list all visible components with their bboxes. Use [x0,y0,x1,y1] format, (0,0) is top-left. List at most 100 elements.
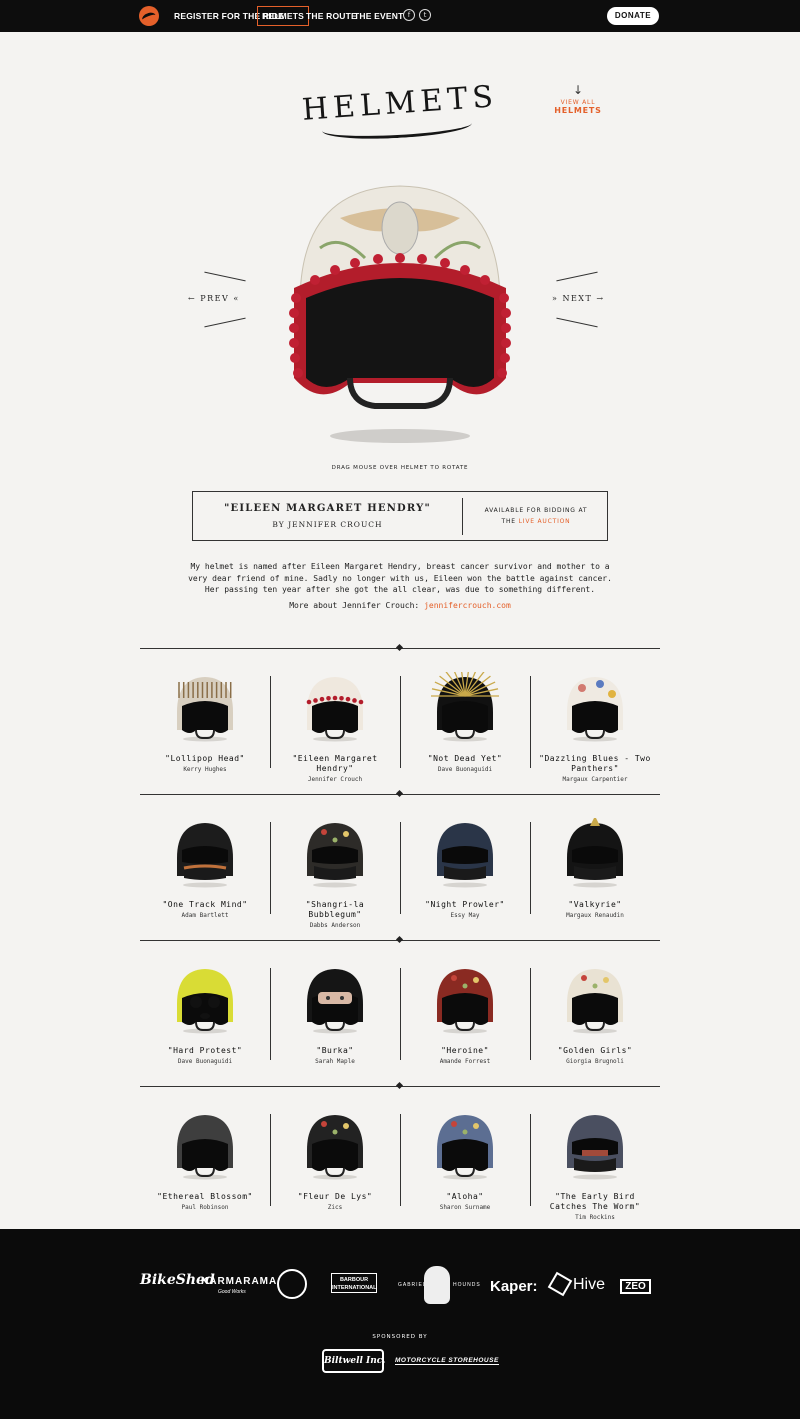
top-navigation: REGISTER FOR THE RIDE HELMETS THE ROUTE … [0,0,800,32]
helmet-thumbnail[interactable] [300,964,370,1034]
helmet-card[interactable]: "Burka" Sarah Maple [270,964,400,1065]
next-label: NEXT [562,294,593,303]
artist-website-link[interactable]: jennifercrouch.com [424,601,511,610]
helmet-card[interactable]: "The Early Bird Catches The Worm" Tim Roc… [530,1110,660,1221]
nav-route[interactable]: THE ROUTE [306,8,357,25]
helmet-artist: Tim Rockins [575,1214,615,1221]
info-divider [462,498,463,535]
helmet-card[interactable]: "Ethereal Blossom" Paul Robinson [140,1110,270,1211]
helmet-thumbnail[interactable] [430,1110,500,1180]
helmet-name[interactable]: "Ethereal Blossom" [140,1192,270,1202]
footer: BikeShed KARMARAMA Good Works BARBOUR IN… [0,1229,800,1419]
helmet-name[interactable]: "Hard Protest" [140,1046,270,1056]
helmet-thumbnail[interactable] [560,1110,630,1180]
helmet-thumbnail[interactable] [170,1110,240,1180]
helmet-artist: Sarah Maple [315,1058,355,1065]
helmet-artist: Kerry Hughes [183,766,227,773]
helmet-thumbnail[interactable] [560,816,630,888]
helmet-card[interactable]: "Fleur De Lys" Zics [270,1110,400,1211]
helmet-thumbnail[interactable] [170,818,240,888]
helmet-name[interactable]: "Heroine" [400,1046,530,1056]
sponsor-biltwell[interactable]: Biltwell Inc. [322,1349,385,1373]
helmet-thumbnail[interactable] [300,672,370,742]
prev-button[interactable]: ← PREV « [188,294,240,303]
helmet-card[interactable]: "Not Dead Yet" Dave Buonaguidi [400,666,530,773]
helmet-thumbnail[interactable] [430,818,500,888]
helmet-artist: Paul Robinson [181,1204,229,1211]
helmet-name[interactable]: "Valkyrie" [530,900,660,910]
rotate-hint: DRAG MOUSE OVER HELMET TO ROTATE [331,465,469,471]
live-auction-link[interactable]: LIVE AUCTION [519,518,571,525]
featured-helmet-name: "EILEEN MARGARET HENDRY" [224,503,431,514]
helmet-name[interactable]: "Night Prowler" [400,900,530,910]
helmet-name[interactable]: "Lollipop Head" [140,754,270,764]
helmet-artist: Dave Buonaguidi [177,1058,233,1065]
helmet-card[interactable]: "Eileen Margaret Hendry" Jennifer Crouch [270,672,400,783]
helmet-artist: Margaux Carpentier [562,776,628,783]
helmet-name[interactable]: "Shangri-la Bubblegum" [270,900,400,920]
helmet-thumbnail[interactable] [170,672,240,742]
sponsor-motorcycle-storehouse[interactable]: MOTORCYCLE STOREHOUSE [395,1357,499,1365]
helmet-thumbnail[interactable] [430,666,500,742]
partner-gabriel[interactable]: GABRIEL [398,1282,427,1288]
helmet-card[interactable]: "Golden Girls" Giorgia Brugnoli [530,964,660,1065]
helmet-name[interactable]: "Eileen Margaret Hendry" [270,754,400,774]
helmet-name[interactable]: "Fleur De Lys" [270,1192,400,1202]
helmet-artist: Jennifer Crouch [307,776,363,783]
donate-button[interactable]: DONATE [607,7,659,25]
helmet-name[interactable]: "One Track Mind" [140,900,270,910]
helmet-thumbnail[interactable] [430,964,500,1034]
helmet-name[interactable]: "The Early Bird Catches The Worm" [530,1192,660,1212]
helmet-name[interactable]: "Aloha" [400,1192,530,1202]
helmet-artist: Dabbs Anderson [309,922,361,929]
partner-hounds[interactable]: HOUNDS [453,1282,481,1288]
twitter-icon[interactable]: t [419,9,431,21]
helmet-card[interactable]: "Night Prowler" Essy May [400,818,530,919]
more-about-line: More about Jennifer Crouch: jennifercrou… [0,601,800,610]
helmet-name[interactable]: "Dazzling Blues - Two Panthers" [530,754,660,774]
partner-kaper[interactable]: Kaper: [490,1278,538,1295]
partner-barbour[interactable]: BARBOUR INTERNATIONAL [331,1273,377,1293]
helmet-name[interactable]: "Burka" [270,1046,400,1056]
featured-helmet-artist: BY JENNIFER CROUCH [272,520,383,529]
site-logo-icon[interactable] [139,6,159,26]
view-all-helmets-label: HELMETS [554,106,602,115]
helmet-card[interactable]: "Aloha" Sharon Surname [400,1110,530,1211]
view-all-helmets-link[interactable]: ↓ VIEW ALL HELMETS [548,84,608,115]
helmet-card[interactable]: "Shangri-la Bubblegum" Dabbs Anderson [270,818,400,929]
facebook-icon[interactable]: f [403,9,415,21]
helmet-artist: Adam Bartlett [181,912,229,919]
sponsored-by-label: SPONSORED BY [372,1334,428,1340]
skull-icon[interactable] [424,1266,450,1304]
prev-deco-line [204,317,246,328]
helmet-thumbnail[interactable] [560,672,630,742]
nav-helmets[interactable]: HELMETS [257,6,310,26]
helmet-card[interactable]: "Heroine" Amande Forrest [400,964,530,1065]
helmet-artist: Essy May [450,912,480,919]
partner-karmarama[interactable]: KARMARAMA [201,1276,277,1287]
featured-info-box: "EILEEN MARGARET HENDRY" BY JENNIFER CRO… [192,491,608,541]
partner-zeo[interactable]: ZEO [620,1279,651,1294]
helmet-name[interactable]: "Not Dead Yet" [400,754,530,764]
helmet-thumbnail[interactable] [560,964,630,1034]
prev-label: PREV [200,294,230,303]
helmet-card[interactable]: "Dazzling Blues - Two Panthers" Margaux C… [530,672,660,783]
helmet-thumbnail[interactable] [300,818,370,888]
partner-badge-icon[interactable] [277,1269,307,1299]
helmet-thumbnail[interactable] [300,1110,370,1180]
partner-hive[interactable]: Hive [573,1276,605,1294]
helmet-card[interactable]: "Lollipop Head" Kerry Hughes [140,672,270,773]
helmet-card[interactable]: "One Track Mind" Adam Bartlett [140,818,270,919]
featured-helmet-image[interactable] [280,178,520,448]
helmet-artist: Dave Buonaguidi [437,766,493,773]
helmet-name[interactable]: "Golden Girls" [530,1046,660,1056]
partner-goodworks[interactable]: Good Works [218,1289,246,1295]
next-button[interactable]: » NEXT → [552,294,605,303]
helmet-artist: Giorgia Brugnoli [566,1058,624,1065]
helmet-card[interactable]: "Valkyrie" Margaux Renaudin [530,816,660,919]
row-divider [140,794,660,795]
helmet-thumbnail[interactable] [170,964,240,1034]
nav-event[interactable]: THE EVENT [354,8,404,25]
down-arrow-icon: ↓ [572,83,584,97]
helmet-card[interactable]: "Hard Protest" Dave Buonaguidi [140,964,270,1065]
